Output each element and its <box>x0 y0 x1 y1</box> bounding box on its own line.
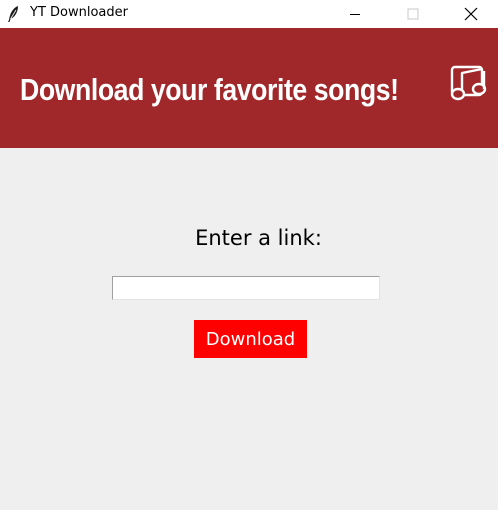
music-notes-icon <box>448 62 490 106</box>
maximize-icon <box>407 8 419 20</box>
minimize-icon <box>349 8 361 20</box>
title-bar: YT Downloader <box>0 0 498 28</box>
close-button[interactable] <box>448 0 494 28</box>
banner-heading: Download your favorite songs! <box>20 72 399 107</box>
close-icon <box>464 7 478 21</box>
link-input[interactable] <box>112 276 380 300</box>
maximize-button[interactable] <box>390 0 436 28</box>
minimize-button[interactable] <box>332 0 378 28</box>
link-prompt-label: Enter a link: <box>195 226 322 250</box>
download-button[interactable]: Download <box>194 320 307 358</box>
window-title: YT Downloader <box>30 5 128 20</box>
banner: Download your favorite songs! <box>0 28 498 148</box>
feather-icon <box>6 5 20 23</box>
